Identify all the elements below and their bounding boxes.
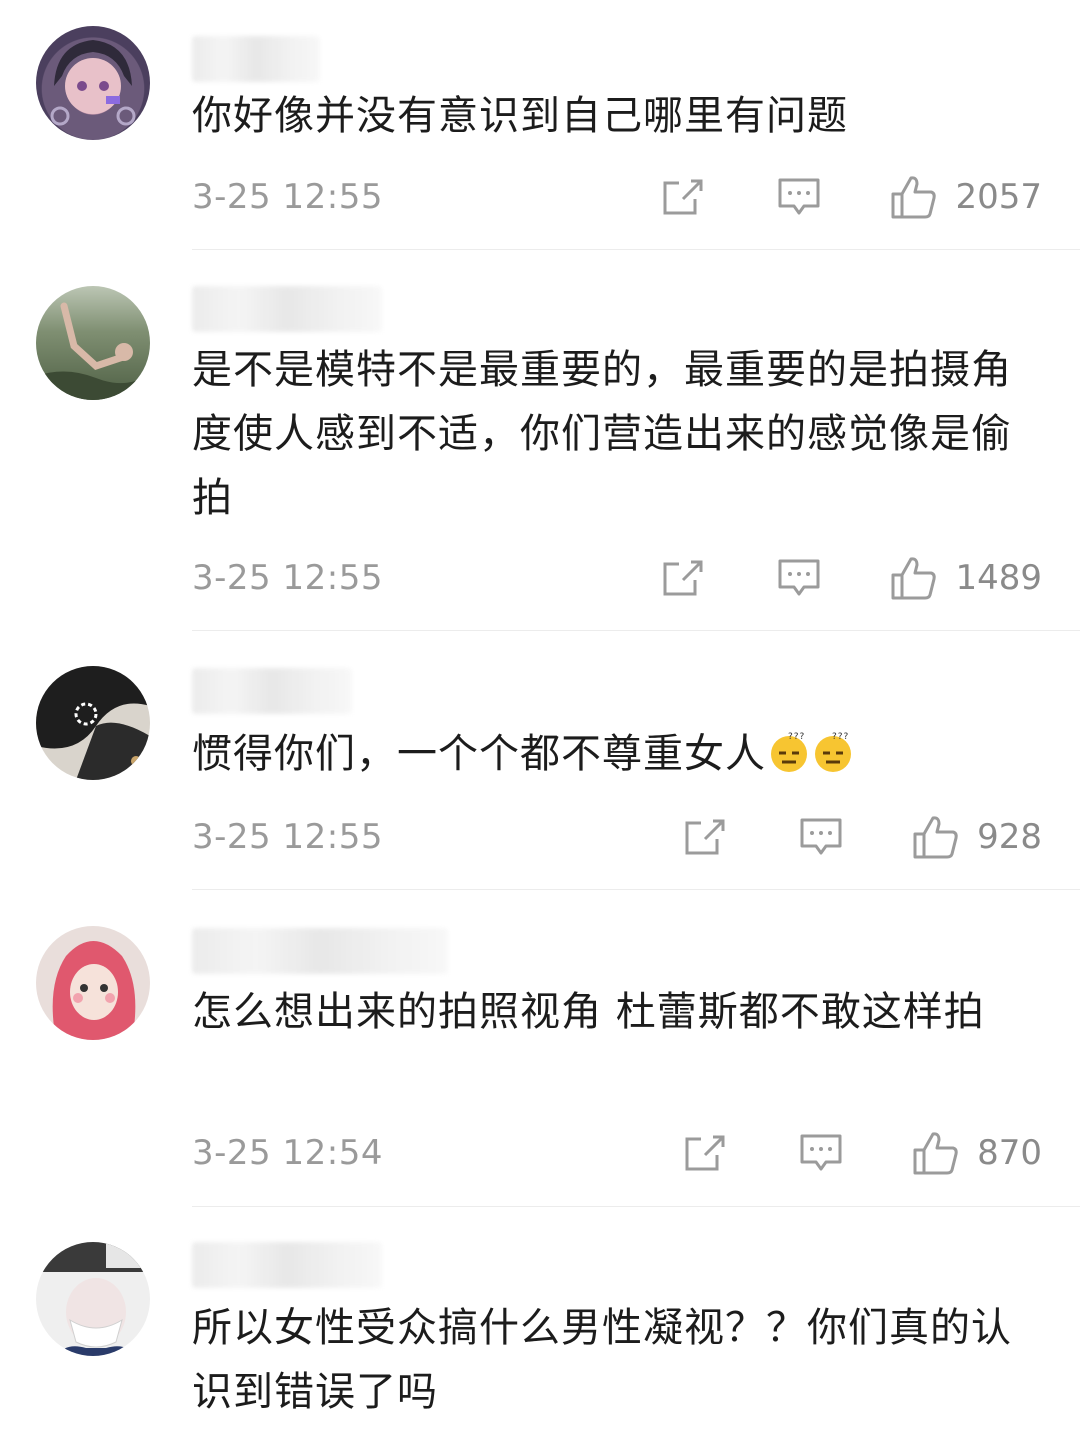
dizzy-face-emoji: ??? — [815, 732, 851, 772]
comment-icon[interactable] — [777, 177, 821, 217]
share-icon[interactable] — [683, 1133, 727, 1173]
divider — [192, 630, 1080, 631]
username-blurred[interactable] — [192, 36, 320, 82]
comment-icon[interactable] — [799, 817, 843, 857]
comment-meta: 3-25 12:54 870 — [192, 1128, 1042, 1178]
divider — [192, 889, 1080, 890]
avatar[interactable] — [36, 1242, 150, 1356]
comment-time: 3-25 12:55 — [192, 177, 383, 217]
like-button[interactable]: 1489 — [889, 555, 1042, 601]
divider — [192, 1206, 1080, 1207]
like-count: 870 — [977, 1133, 1042, 1173]
comment-time: 3-25 12:54 — [192, 1133, 383, 1173]
like-button[interactable]: 870 — [911, 1130, 1042, 1176]
comment-icon[interactable] — [777, 558, 821, 598]
comment-meta: 3-25 12:55 2057 — [192, 172, 1042, 222]
like-count: 2057 — [955, 177, 1042, 217]
comment-text: 怎么想出来的拍照视角 杜蕾斯都不敢这样拍 — [192, 989, 985, 1035]
like-button[interactable]: 928 — [911, 814, 1042, 860]
username-blurred[interactable] — [192, 286, 382, 332]
comment-time: 3-25 12:55 — [192, 558, 383, 598]
avatar[interactable] — [36, 666, 150, 780]
comment-text: 惯得你们，一个个都不尊重女人?????? — [192, 722, 1032, 786]
comment-icon[interactable] — [799, 1133, 843, 1173]
comment-text: 是不是模特不是最重要的，最重要的是拍摄角度使人感到不适，你们营造出来的感觉像是偷… — [192, 347, 1012, 521]
share-icon[interactable] — [661, 177, 705, 217]
thumbs-up-icon — [891, 176, 937, 219]
svg-text:???: ??? — [788, 732, 805, 742]
avatar[interactable] — [36, 286, 150, 400]
svg-text:???: ??? — [832, 732, 849, 742]
thumbs-up-icon — [913, 816, 958, 859]
thumbs-up-icon — [891, 557, 937, 600]
comment-meta: 3-25 12:55 1489 — [192, 553, 1042, 603]
username-blurred[interactable] — [192, 928, 448, 974]
username-blurred[interactable] — [192, 1242, 382, 1288]
dizzy-face-emoji: ??? — [771, 732, 807, 772]
comment-text: 所以女性受众搞什么男性凝视？？你们真的认识到错误了吗 — [192, 1305, 1012, 1415]
comment-text-body: 惯得你们，一个个都不尊重女人 — [192, 731, 766, 777]
avatar[interactable] — [36, 926, 150, 1040]
thumbs-up-icon — [913, 1132, 958, 1175]
share-icon[interactable] — [661, 558, 705, 598]
divider — [192, 249, 1080, 250]
comment-time: 3-25 12:55 — [192, 817, 383, 857]
username-blurred[interactable] — [192, 668, 352, 714]
share-icon[interactable] — [683, 817, 727, 857]
like-count: 1489 — [955, 558, 1042, 598]
comment-text: 你好像并没有意识到自己哪里有问题 — [192, 93, 848, 139]
like-count: 928 — [977, 817, 1042, 857]
like-button[interactable]: 2057 — [889, 174, 1042, 220]
comment-meta: 3-25 12:55 928 — [192, 812, 1042, 862]
avatar[interactable] — [36, 26, 150, 140]
